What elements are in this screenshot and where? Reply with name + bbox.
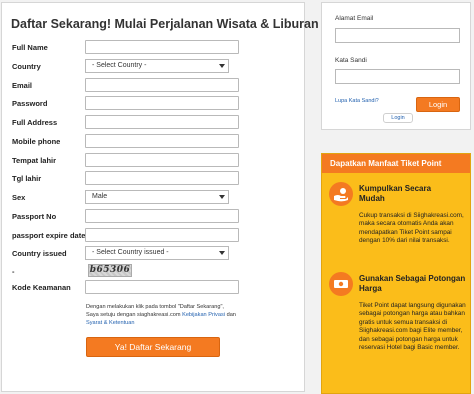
forgot-password-link[interactable]: Lupa Kata Sandi? [335, 98, 379, 104]
country-issued-label: Country issued [12, 249, 67, 258]
money-icon [329, 272, 353, 296]
country-select[interactable]: - Select Country - [85, 59, 229, 73]
security-code-input[interactable] [85, 280, 239, 294]
login-panel: Alamat Email Kata Sandi Lupa Kata Sandi?… [321, 2, 471, 130]
privacy-policy-link[interactable]: Kebijakan Privasi [182, 312, 225, 318]
password-input[interactable] [85, 96, 239, 110]
mobile-phone-input[interactable] [85, 134, 239, 148]
captcha-dash: - [12, 267, 15, 276]
terms-text: Dengan melakukan klik pada tombol "Dafta… [86, 303, 236, 327]
password-login-input[interactable] [335, 69, 460, 84]
full-address-label: Full Address [12, 118, 58, 127]
terms-conditions-link[interactable]: Syarat & Ketentuan [86, 320, 135, 326]
full-name-input[interactable] [85, 40, 239, 54]
registration-panel: Daftar Sekarang! Mulai Perjalanan Wisata… [1, 2, 353, 392]
benefits-header: Dapatkan Manfaat Tiket Point [322, 154, 470, 173]
birth-place-label: Tempat lahir [12, 156, 57, 165]
passport-expire-input[interactable] [85, 228, 239, 242]
captcha-image: b65306 [88, 264, 132, 277]
benefit-text-1: Cukup transaksi di Siighakreasi.com, mak… [359, 212, 464, 245]
register-button[interactable]: Ya! Daftar Sekarang [86, 337, 220, 357]
sex-select-value: Male [92, 193, 108, 200]
birth-place-input[interactable] [85, 153, 239, 167]
login-tab[interactable]: Login [383, 113, 413, 123]
benefit-title-2: Gunakan Sebagai Potongan Harga [359, 274, 466, 293]
hand-coins-icon [329, 182, 353, 206]
password-login-label: Kata Sandi [335, 57, 367, 64]
email-login-label: Alamat Email [335, 15, 374, 22]
sex-label: Sex [12, 193, 26, 202]
country-label: Country [12, 62, 41, 71]
email-login-input[interactable] [335, 28, 460, 43]
passport-expire-label: passport expire date [12, 231, 86, 240]
passport-no-label: Passport No [12, 212, 57, 221]
password-label: Password [12, 99, 48, 108]
benefit-text-2: Tiket Point dapat langsung digunakan seb… [359, 302, 466, 352]
chevron-down-icon [219, 195, 225, 199]
sex-select[interactable]: Male [85, 190, 229, 204]
email-input[interactable] [85, 78, 239, 92]
passport-no-input[interactable] [85, 209, 239, 223]
mobile-phone-label: Mobile phone [12, 137, 61, 146]
birth-date-label: Tgl lahir [12, 174, 42, 183]
page-title: Daftar Sekarang! Mulai Perjalanan Wisata… [11, 17, 353, 31]
full-name-label: Full Name [12, 43, 48, 52]
country-select-value: - Select Country - [92, 62, 147, 69]
benefits-panel: Dapatkan Manfaat Tiket Point Kumpulkan S… [321, 153, 471, 394]
login-button[interactable]: Login [416, 97, 460, 112]
chevron-down-icon [219, 251, 225, 255]
country-issued-select-value: - Select Country issued - [92, 249, 169, 256]
terms-and: dan [226, 312, 236, 318]
benefit-title-1: Kumpulkan Secara Mudah [359, 184, 432, 203]
security-code-label: Kode Keamanan [12, 283, 71, 292]
email-label: Email [12, 81, 33, 90]
birth-date-input[interactable] [85, 171, 239, 185]
country-issued-select[interactable]: - Select Country issued - [85, 246, 229, 260]
full-address-input[interactable] [85, 115, 239, 129]
chevron-down-icon [219, 64, 225, 68]
